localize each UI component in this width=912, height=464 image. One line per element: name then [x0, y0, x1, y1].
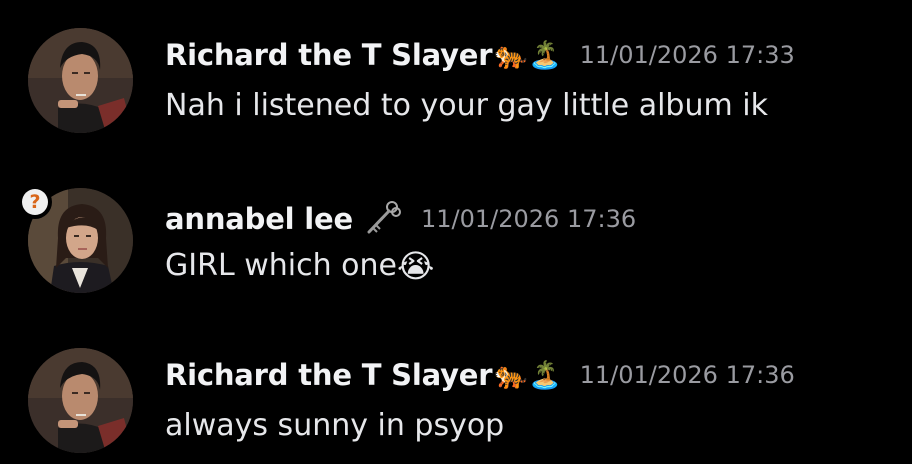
name-badge-emoji: 🐅🏝️ — [494, 39, 562, 71]
message-text-row: always sunny in psyop — [165, 408, 504, 443]
timestamp[interactable]: 11/01/2026 17:36 — [580, 361, 795, 389]
loudly-crying-emoji: 😭 — [396, 246, 435, 285]
message-header: annabel lee 11/01/2026 17:36 — [165, 198, 636, 240]
message-text: always sunny in psyop — [165, 408, 505, 443]
avatar[interactable] — [28, 348, 133, 453]
chat-message[interactable]: Richard the T Slayer 🐅🏝️ 11/01/2026 17:3… — [0, 0, 912, 150]
message-header: Richard the T Slayer 🐅🏝️ 11/01/2026 17:3… — [165, 358, 795, 392]
username[interactable]: annabel lee — [165, 202, 353, 236]
username[interactable]: Richard the T Slayer — [165, 358, 493, 392]
question-mark-icon: ? — [29, 190, 41, 213]
timestamp[interactable]: 11/01/2026 17:36 — [421, 205, 636, 233]
chat-message[interactable]: ? annabel lee 11/01/2026 17:36 GIRL whic… — [0, 160, 912, 310]
timestamp[interactable]: 11/01/2026 17:33 — [580, 41, 795, 69]
name-badge-emoji: 🐅🏝️ — [494, 359, 562, 391]
avatar[interactable] — [28, 28, 133, 133]
message-text-row: GIRL which one 😭 — [165, 248, 434, 283]
message-text-row: Nah i listened to your gay little album … — [165, 88, 768, 123]
message-text: GIRL which one — [165, 248, 397, 283]
message-text: Nah i listened to your gay little album … — [165, 88, 768, 123]
message-header: Richard the T Slayer 🐅🏝️ 11/01/2026 17:3… — [165, 38, 795, 72]
chat-message[interactable]: Richard the T Slayer 🐅🏝️ 11/01/2026 17:3… — [0, 320, 912, 464]
status-badge: ? — [18, 185, 52, 219]
key-icon — [363, 198, 403, 240]
username[interactable]: Richard the T Slayer — [165, 38, 493, 72]
